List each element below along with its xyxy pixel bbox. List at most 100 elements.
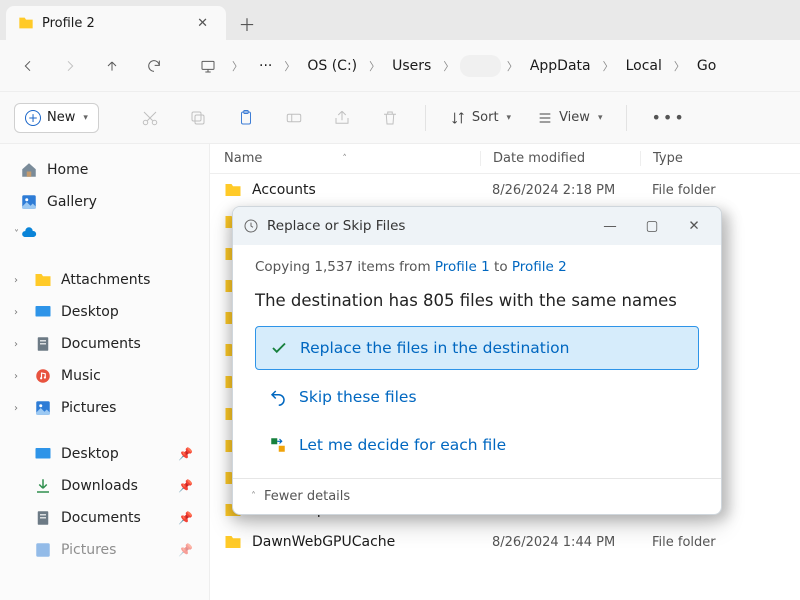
pin-icon: 📌 (178, 543, 193, 557)
gallery-icon (20, 193, 38, 211)
tab-close-button[interactable]: ✕ (191, 14, 214, 33)
sidebar-item-attachments[interactable]: › Attachments (6, 264, 203, 296)
crumb-local[interactable]: Local (620, 54, 668, 78)
chevron-right-icon: › (14, 307, 18, 318)
column-header-date[interactable]: Date modified (480, 151, 640, 166)
chevron-right-icon: 〉 (672, 58, 687, 74)
clock-icon (243, 218, 259, 234)
sidebar-quick-downloads[interactable]: Downloads 📌 (6, 470, 203, 502)
sidebar-item-documents[interactable]: › Documents (6, 328, 203, 360)
sidebar-item-label: Attachments (61, 272, 150, 288)
chevron-right-icon: › (14, 371, 18, 382)
sort-label: Sort (472, 110, 499, 125)
link-source[interactable]: Profile 1 (435, 259, 490, 275)
dialog-copying-line: Copying 1,537 items from Profile 1 to Pr… (255, 259, 699, 275)
chevron-down-icon: ▾ (598, 113, 603, 123)
column-header-type[interactable]: Type (640, 151, 800, 166)
documents-icon (34, 509, 52, 527)
crumb-overflow[interactable]: ··· (253, 54, 278, 78)
back-button[interactable] (8, 48, 48, 84)
crumb-user-hidden[interactable] (460, 55, 500, 77)
option-skip[interactable]: Skip these files (255, 376, 699, 418)
tab-bar: Profile 2 ✕ ＋ (0, 0, 800, 40)
sort-asc-icon: ˄ (342, 154, 347, 164)
sidebar-quick-pictures[interactable]: Pictures 📌 (6, 534, 203, 566)
chevron-up-icon: ˄ (251, 491, 256, 502)
refresh-button[interactable] (134, 48, 174, 84)
file-type: File folder (640, 183, 800, 198)
option-decide[interactable]: Let me decide for each file (255, 424, 699, 466)
rename-button[interactable] (275, 100, 313, 136)
chevron-down-icon: ˅ (14, 229, 19, 240)
dialog-title: Replace or Skip Files (267, 218, 405, 234)
sidebar-item-home[interactable]: Home (6, 154, 203, 186)
up-button[interactable] (92, 48, 132, 84)
more-button[interactable]: ••• (643, 104, 693, 131)
dialog-titlebar[interactable]: Replace or Skip Files — ▢ ✕ (233, 207, 721, 245)
maximize-button[interactable]: ▢ (635, 212, 669, 240)
pin-icon: 📌 (178, 447, 193, 461)
sidebar-item-music[interactable]: › Music (6, 360, 203, 392)
crumb-appdata[interactable]: AppData (524, 54, 597, 78)
table-row[interactable]: Accounts8/26/2024 2:18 PMFile folder (210, 174, 800, 206)
sidebar-item-label: Home (47, 162, 88, 178)
new-button[interactable]: + New ▾ (14, 103, 99, 133)
view-label: View (559, 110, 590, 125)
chevron-down-icon: ▾ (507, 113, 512, 123)
file-name: Accounts (252, 182, 316, 198)
sort-icon (450, 110, 466, 126)
delete-button[interactable] (371, 100, 409, 136)
home-icon (20, 161, 38, 179)
chevron-right-icon: 〉 (601, 58, 616, 74)
sidebar-quick-desktop[interactable]: Desktop 📌 (6, 438, 203, 470)
option-label: Skip these files (299, 388, 417, 406)
sidebar-item-gallery[interactable]: Gallery (6, 186, 203, 218)
pin-icon: 📌 (178, 511, 193, 525)
new-tab-button[interactable]: ＋ (230, 6, 264, 40)
this-pc-icon[interactable] (188, 48, 228, 84)
dialog-headline: The destination has 805 files with the s… (255, 291, 699, 310)
folder-icon (224, 533, 242, 551)
crumb-users[interactable]: Users (386, 54, 437, 78)
tab-profile2[interactable]: Profile 2 ✕ (6, 6, 226, 40)
sidebar-item-label: Gallery (47, 194, 97, 210)
sidebar-item-desktop[interactable]: › Desktop (6, 296, 203, 328)
sidebar-quick-documents[interactable]: Documents 📌 (6, 502, 203, 534)
fewer-details-toggle[interactable]: ˄ Fewer details (233, 478, 721, 514)
folder-icon (34, 271, 52, 289)
command-bar: + New ▾ Sort ▾ View ▾ ••• (0, 92, 800, 144)
sidebar-item-onedrive[interactable]: ˅ (6, 218, 203, 250)
sort-button[interactable]: Sort ▾ (442, 106, 519, 130)
minimize-button[interactable]: — (593, 212, 627, 240)
desktop-icon (34, 445, 52, 463)
option-replace[interactable]: Replace the files in the destination (255, 326, 699, 370)
share-button[interactable] (323, 100, 361, 136)
chevron-right-icon: › (14, 403, 18, 414)
address-bar: 〉 ··· 〉 OS (C:) 〉 Users 〉 〉 AppData 〉 Lo… (0, 40, 800, 92)
documents-icon (34, 335, 52, 353)
column-header-name[interactable]: Name˄ (210, 151, 480, 166)
sidebar-item-label: Desktop (61, 446, 119, 462)
crumb-last[interactable]: Go (691, 54, 722, 78)
sidebar-item-label: Pictures (61, 542, 116, 558)
close-button[interactable]: ✕ (677, 212, 711, 240)
file-name: DawnWebGPUCache (252, 534, 395, 550)
column-headers: Name˄ Date modified Type (210, 144, 800, 174)
view-button[interactable]: View ▾ (529, 106, 610, 130)
file-date: 8/26/2024 1:44 PM (480, 535, 640, 550)
table-row[interactable]: DawnWebGPUCache8/26/2024 1:44 PMFile fol… (210, 526, 800, 558)
check-icon (270, 339, 288, 357)
paste-button[interactable] (227, 100, 265, 136)
link-destination[interactable]: Profile 2 (512, 259, 567, 275)
sidebar-item-pictures[interactable]: › Pictures (6, 392, 203, 424)
cut-button[interactable] (131, 100, 169, 136)
music-icon (34, 367, 52, 385)
forward-button[interactable] (50, 48, 90, 84)
chevron-right-icon: 〉 (505, 58, 520, 74)
copy-button[interactable] (179, 100, 217, 136)
sidebar-item-label: Music (61, 368, 101, 384)
separator (626, 105, 627, 131)
compare-icon (269, 436, 287, 454)
option-label: Replace the files in the destination (300, 339, 569, 357)
crumb-drive[interactable]: OS (C:) (301, 54, 363, 78)
